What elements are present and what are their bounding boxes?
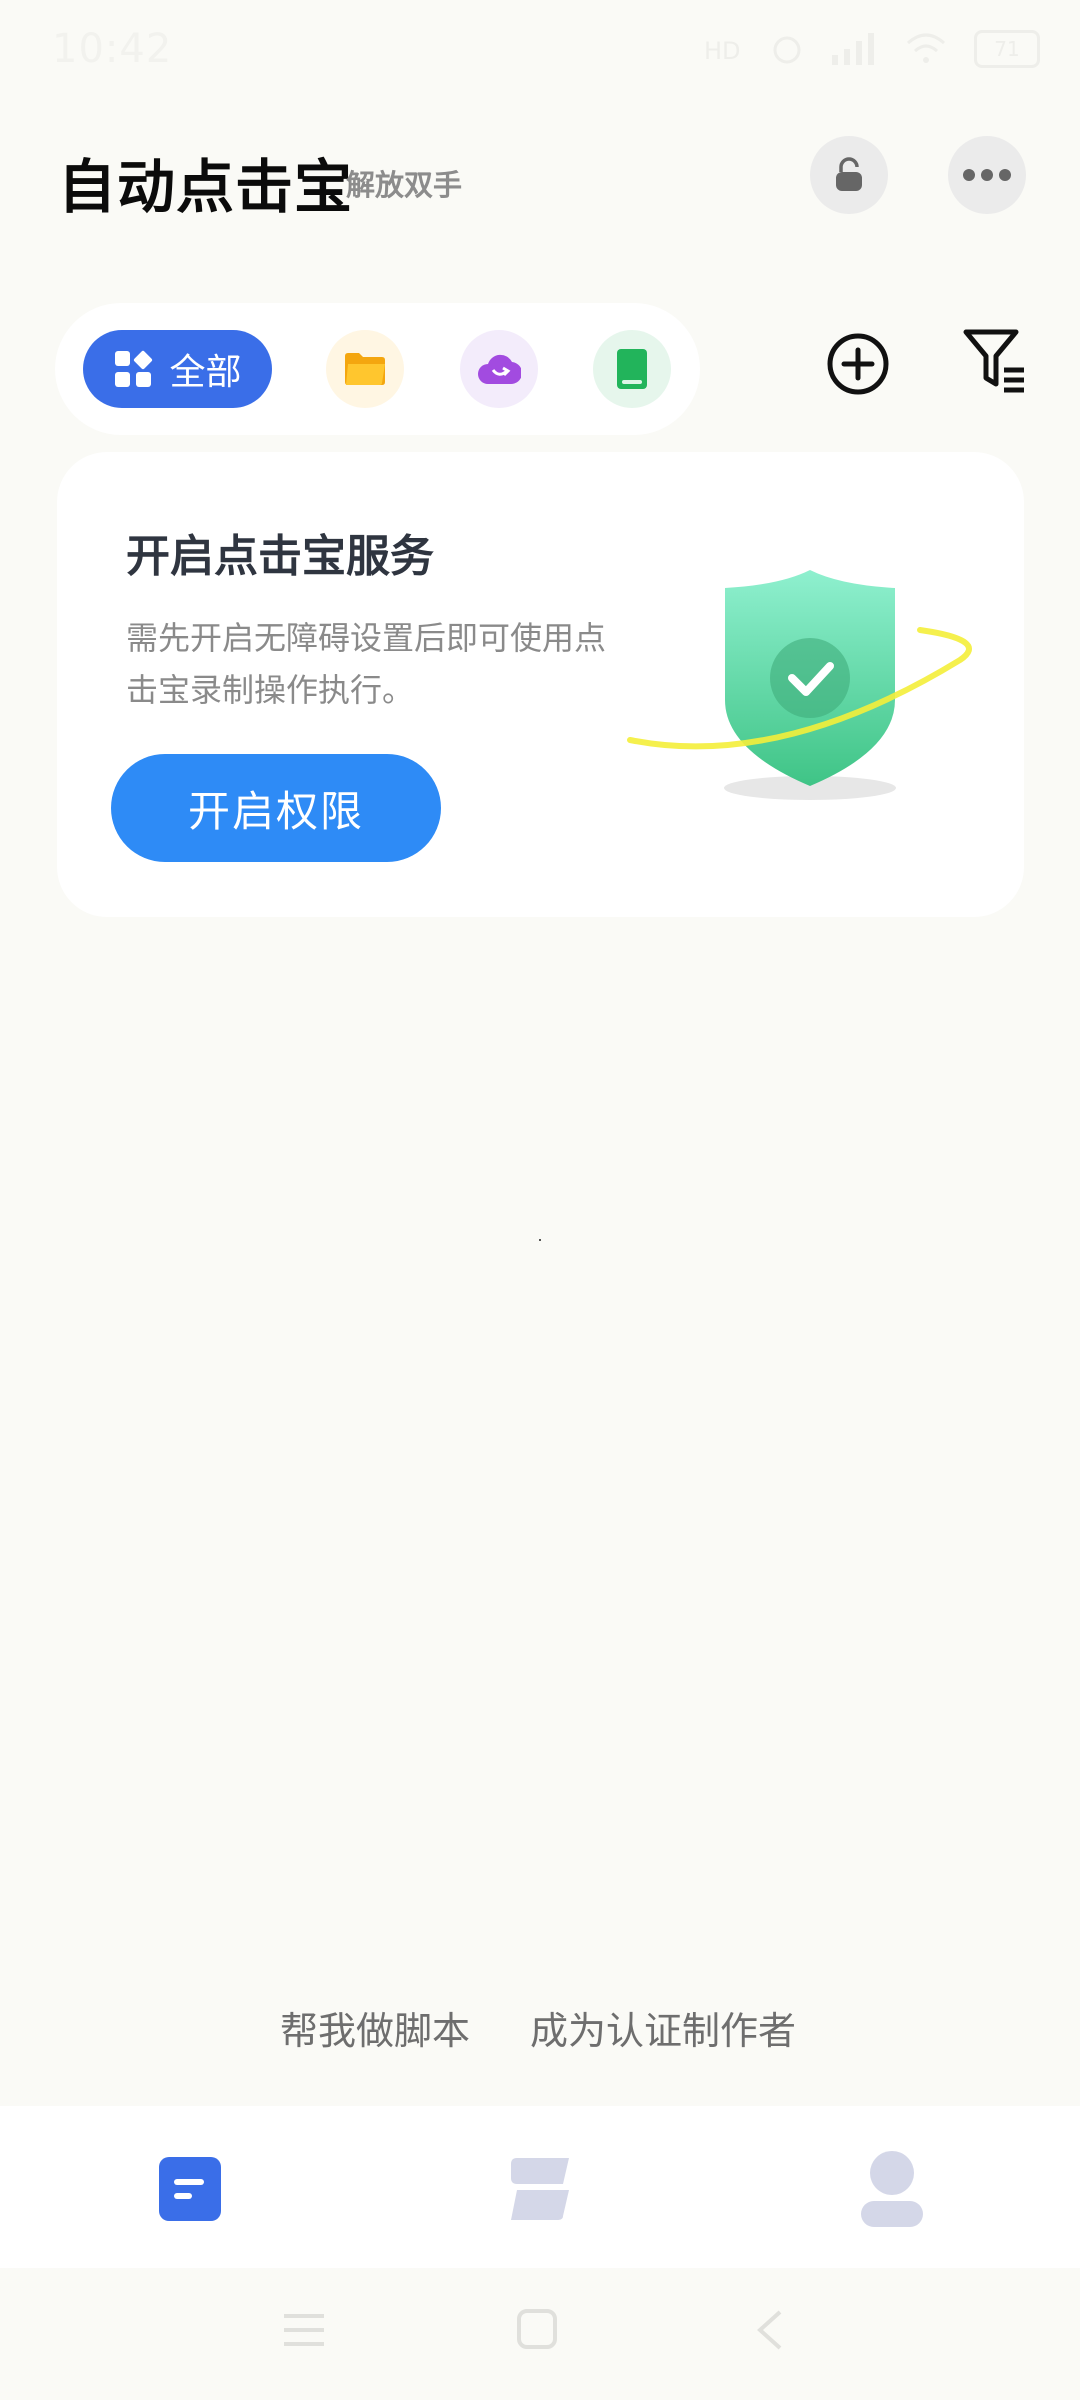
app-subtitle: 解放双手 [346, 168, 463, 202]
become-author-link[interactable]: 成为认证制作者 [530, 2000, 796, 2055]
shield-check-icon [627, 570, 972, 800]
filter-icon [963, 329, 1024, 393]
category-book[interactable] [593, 330, 671, 408]
status-bar: 10:42 HD 71 [0, 0, 1080, 100]
category-all-chip[interactable]: 全部 [83, 330, 272, 408]
lock-button[interactable] [810, 136, 888, 214]
wifi-icon [907, 33, 945, 63]
service-card-description: 需先开启无障碍设置后即可使用点击宝录制操作执行。 [126, 619, 607, 709]
book-icon [617, 349, 647, 389]
more-dots-icon [963, 169, 1011, 181]
back-nav-icon[interactable] [752, 2308, 786, 2352]
category-all-label: 全部 [169, 352, 242, 393]
status-icons: HD 71 [704, 30, 1040, 68]
service-card-title: 开启点击宝服务 [126, 531, 434, 582]
folder-icon [345, 353, 385, 385]
grid-icon [115, 350, 153, 387]
hd-icon: HD [704, 37, 741, 65]
battery-icon: 71 [974, 30, 1040, 68]
battery-level: 71 [994, 37, 1020, 61]
system-nav-bar [0, 2268, 1080, 2400]
home-tab-icon [159, 2157, 221, 2221]
category-folder[interactable] [326, 330, 404, 408]
category-cloud[interactable] [460, 330, 538, 408]
market-tab-icon [511, 2158, 569, 2220]
enable-permission-button[interactable]: 开启权限 [111, 754, 441, 862]
alarm-icon [773, 36, 801, 64]
add-circle-icon [827, 333, 889, 395]
svg-text:HD: HD [704, 37, 741, 65]
profile-tab-icon [861, 2151, 923, 2227]
tab-home[interactable] [150, 2146, 230, 2232]
lock-icon [836, 157, 862, 191]
app-title: 自动点击宝 [58, 153, 354, 221]
help-make-script-link[interactable]: 帮我做脚本 [280, 2000, 470, 2055]
filter-button[interactable] [958, 326, 1030, 398]
loading-indicator [539, 1239, 541, 1241]
cloud-download-icon [478, 354, 521, 385]
tab-profile[interactable] [852, 2146, 932, 2232]
add-button[interactable] [822, 328, 894, 400]
menu-nav-icon[interactable] [282, 2310, 326, 2350]
tab-market[interactable] [500, 2146, 580, 2232]
status-time: 10:42 [52, 26, 173, 72]
home-nav-icon[interactable] [516, 2308, 558, 2350]
more-button[interactable] [948, 136, 1026, 214]
signal-icon [832, 33, 874, 65]
